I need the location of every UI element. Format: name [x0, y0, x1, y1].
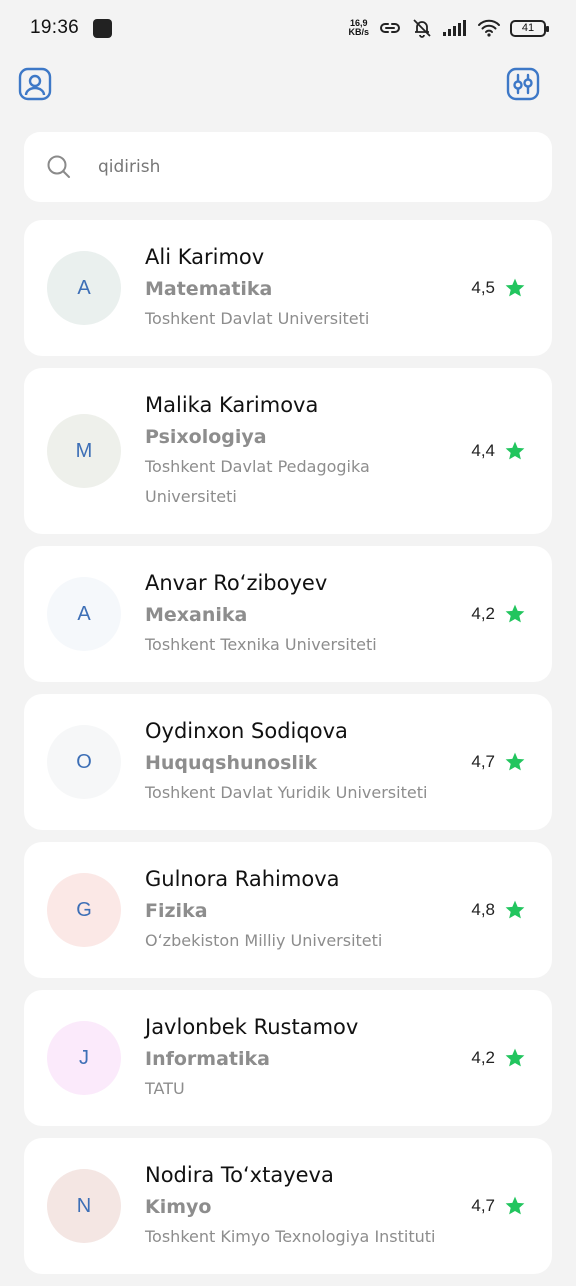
filter-button[interactable] [505, 66, 541, 102]
teacher-name: Anvar Roʻziboyev [145, 571, 328, 595]
rating-value: 4,5 [471, 278, 495, 297]
teacher-card[interactable]: J Javlonbek Rustamov Informatika TATU 4,… [24, 990, 552, 1126]
link-icon [380, 23, 400, 33]
rating-value: 4,2 [471, 604, 495, 623]
filter-sliders-icon [506, 67, 540, 101]
avatar: J [47, 1021, 121, 1095]
mute-bell-icon [413, 19, 431, 38]
avatar: M [47, 414, 121, 488]
app-notification-icon [93, 18, 113, 38]
teacher-subject: Matematika [145, 278, 273, 300]
rating-value: 4,2 [471, 1048, 495, 1067]
rating: 4,8 [471, 899, 526, 921]
teacher-subject: Kimyo [145, 1196, 212, 1218]
star-icon [505, 752, 525, 771]
status-icons: 16,9 KB/s 41 [348, 17, 549, 39]
rating: 4,7 [471, 751, 526, 773]
avatar: N [47, 1169, 121, 1243]
rating: 4,2 [471, 603, 526, 625]
teacher-list: A Ali Karimov Matematika Toshkent Davlat… [24, 220, 552, 1286]
teacher-university: Toshkent Davlat Pedagogika Universiteti [145, 457, 370, 506]
teacher-info: Anvar Roʻziboyev Mexanika Toshkent Texni… [145, 568, 463, 660]
teacher-info: Javlonbek Rustamov Informatika TATU [145, 1012, 463, 1104]
status-time: 19:36 [30, 17, 80, 38]
teacher-card[interactable]: M Malika Karimova Psixologiya Toshkent D… [24, 368, 552, 534]
rating: 4,7 [471, 1195, 526, 1217]
search-icon [47, 155, 70, 178]
teacher-university: Toshkent Davlat Yuridik Universiteti [145, 783, 428, 802]
star-icon [505, 604, 525, 623]
teacher-info: Ali Karimov Matematika Toshkent Davlat U… [145, 242, 463, 334]
teacher-card[interactable]: A Ali Karimov Matematika Toshkent Davlat… [24, 220, 552, 356]
avatar: A [47, 577, 121, 651]
teacher-info: Nodira Toʻxtayeva Kimyo Toshkent Kimyo T… [145, 1160, 463, 1252]
teacher-name: Nodira Toʻxtayeva [145, 1163, 334, 1187]
avatar: G [47, 873, 121, 947]
star-icon [505, 278, 525, 297]
teacher-info: Gulnora Rahimova Fizika Oʻzbekiston Mill… [145, 864, 463, 956]
teacher-card[interactable]: N Nodira Toʻxtayeva Kimyo Toshkent Kimyo… [24, 1138, 552, 1274]
top-bar [0, 66, 576, 106]
battery-indicator: 41 [510, 19, 549, 37]
wifi-icon [478, 19, 500, 37]
teacher-card[interactable]: O Oydinxon Sodiqova Huquqshunoslik Toshk… [24, 694, 552, 830]
avatar-initial: A [77, 602, 91, 625]
search-input[interactable] [98, 157, 478, 177]
profile-button[interactable] [17, 66, 53, 102]
avatar-initial: O [76, 750, 92, 773]
status-bar: 19:36 16,9 KB/s 41 [0, 0, 576, 56]
rating-value: 4,7 [471, 752, 495, 771]
avatar-initial: A [77, 276, 91, 299]
avatar-initial: N [76, 1194, 92, 1217]
avatar: O [47, 725, 121, 799]
avatar: A [47, 251, 121, 325]
net-speed-unit: KB/s [348, 27, 369, 37]
teacher-name: Javlonbek Rustamov [145, 1015, 359, 1039]
teacher-subject: Informatika [145, 1048, 270, 1070]
search-bar[interactable] [24, 132, 552, 202]
teacher-subject: Huquqshunoslik [145, 752, 318, 774]
teacher-name: Oydinxon Sodiqova [145, 719, 348, 743]
signal-icon [443, 20, 466, 36]
teacher-name: Gulnora Rahimova [145, 867, 340, 891]
rating-value: 4,8 [471, 900, 495, 919]
teacher-card[interactable]: A Anvar Roʻziboyev Mexanika Toshkent Tex… [24, 546, 552, 682]
teacher-subject: Mexanika [145, 604, 248, 626]
rating-value: 4,7 [471, 1196, 495, 1215]
star-icon [505, 1048, 525, 1067]
teacher-name: Ali Karimov [145, 245, 265, 269]
teacher-university: Toshkent Davlat Universiteti [145, 309, 370, 328]
teacher-university: TATU [145, 1079, 185, 1098]
teacher-university: Toshkent Texnika Universiteti [145, 635, 377, 654]
avatar-initial: G [76, 898, 92, 921]
teacher-info: Malika Karimova Psixologiya Toshkent Dav… [145, 390, 463, 512]
net-speed: 16,9 KB/s [348, 19, 369, 37]
rating: 4,2 [471, 1047, 526, 1069]
rating: 4,4 [471, 440, 526, 462]
teacher-subject: Psixologiya [145, 426, 267, 448]
teacher-name: Malika Karimova [145, 393, 319, 417]
avatar-initial: M [75, 439, 93, 462]
rating: 4,5 [471, 277, 526, 299]
teacher-card[interactable]: G Gulnora Rahimova Fizika Oʻzbekiston Mi… [24, 842, 552, 978]
star-icon [505, 900, 525, 919]
star-icon [505, 1196, 525, 1215]
teacher-subject: Fizika [145, 900, 208, 922]
rating-value: 4,4 [471, 441, 495, 460]
teacher-info: Oydinxon Sodiqova Huquqshunoslik Toshken… [145, 716, 463, 808]
star-icon [505, 441, 525, 460]
teacher-university: Oʻzbekiston Milliy Universiteti [145, 931, 383, 950]
avatar-initial: J [79, 1046, 89, 1069]
teacher-university: Toshkent Kimyo Texnologiya Instituti [145, 1227, 436, 1246]
user-icon [18, 67, 52, 101]
